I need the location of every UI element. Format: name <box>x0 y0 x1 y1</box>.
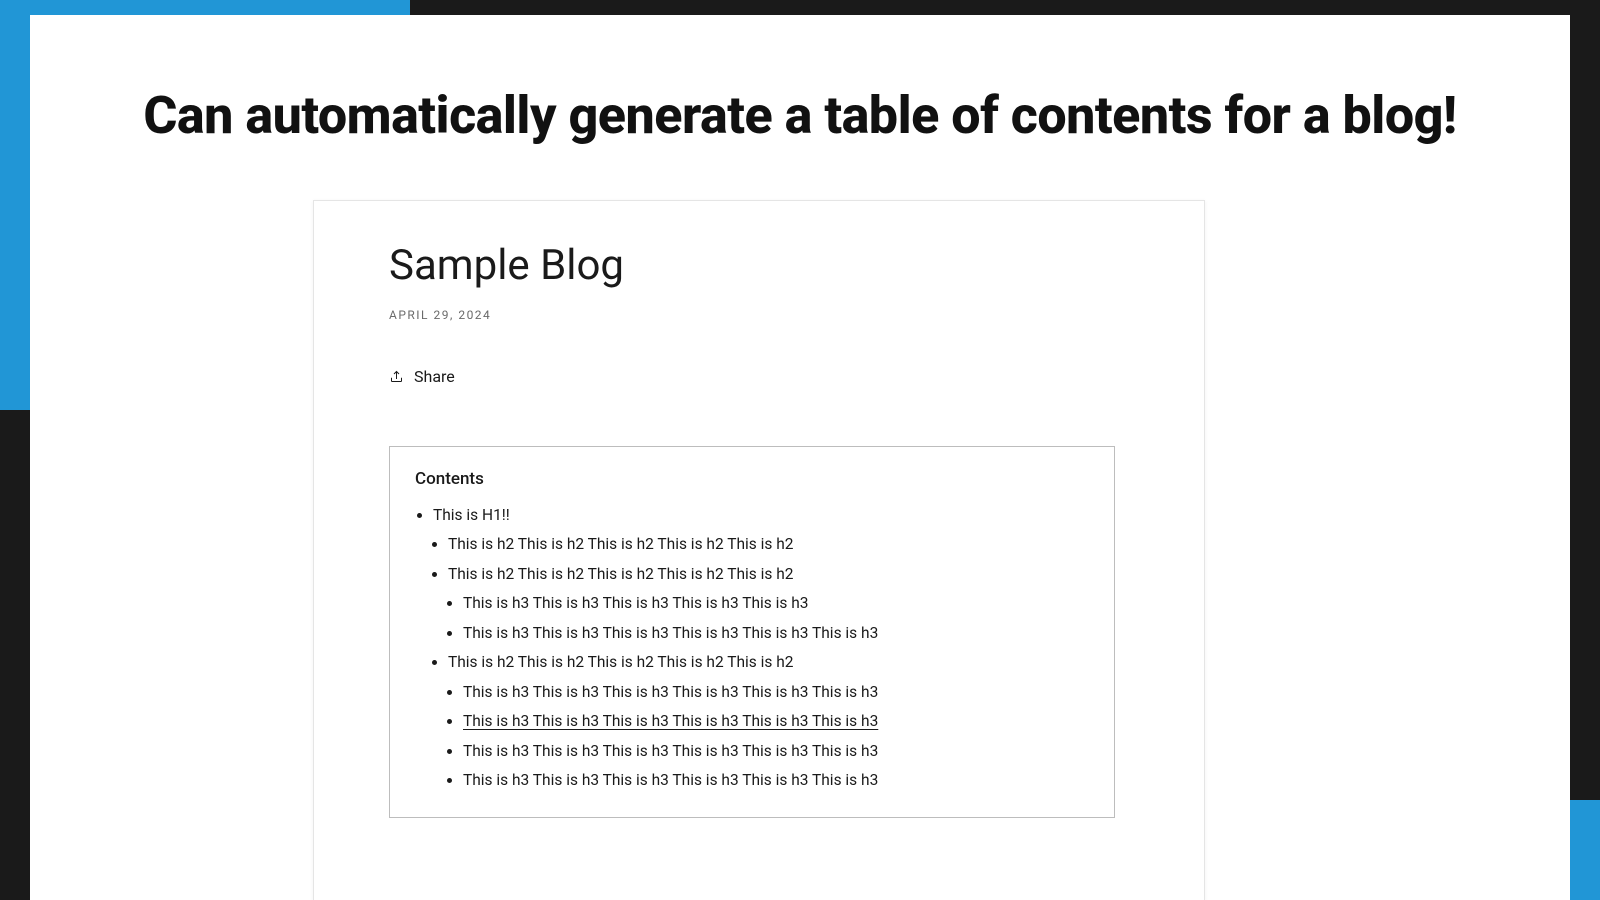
toc-item-label: This is h2 This is h2 This is h2 This is… <box>448 653 793 671</box>
toc-item[interactable]: This is h3 This is h3 This is h3 This is… <box>463 766 1089 795</box>
toc-item[interactable]: This is h3 This is h3 This is h3 This is… <box>463 678 1089 707</box>
toc-item[interactable]: This is h3 This is h3 This is h3 This is… <box>463 737 1089 766</box>
toc-list: This is H1!! This is h2 This is h2 This i… <box>415 501 1089 795</box>
toc-item[interactable]: This is h2 This is h2 This is h2 This is… <box>448 648 1089 795</box>
toc-item-label: This is h2 This is h2 This is h2 This is… <box>448 535 793 553</box>
toc-item[interactable]: This is h3 This is h3 This is h3 This is… <box>463 589 1089 618</box>
share-label: Share <box>414 367 455 386</box>
blog-date: APRIL 29, 2024 <box>389 308 1129 322</box>
toc-item[interactable]: This is h3 This is h3 This is h3 This is… <box>463 707 1089 736</box>
toc-item[interactable]: This is h3 This is h3 This is h3 This is… <box>463 619 1089 648</box>
toc-item[interactable]: This is h2 This is h2 This is h2 This is… <box>448 530 1089 559</box>
toc-item-label: This is h3 This is h3 This is h3 This is… <box>463 742 878 760</box>
toc-item[interactable]: This is H1!! This is h2 This is h2 This i… <box>433 501 1089 795</box>
toc-item-label: This is H1!! <box>433 506 510 524</box>
toc-sublist: This is h2 This is h2 This is h2 This is… <box>433 530 1089 795</box>
toc-item-label: This is h3 This is h3 This is h3 This is… <box>463 712 878 730</box>
share-button[interactable]: Share <box>389 367 455 386</box>
blog-title: Sample Blog <box>389 241 1129 290</box>
toc-item-label: This is h3 This is h3 This is h3 This is… <box>463 624 878 642</box>
page-headline: Can automatically generate a table of co… <box>30 85 1570 146</box>
toc-box: Contents This is H1!! This is h2 This is … <box>389 446 1115 818</box>
toc-title: Contents <box>415 469 1089 489</box>
toc-item-label: This is h3 This is h3 This is h3 This is… <box>463 594 808 612</box>
main-canvas: Can automatically generate a table of co… <box>30 15 1570 900</box>
toc-item[interactable]: This is h2 This is h2 This is h2 This is… <box>448 560 1089 648</box>
toc-sublist: This is h3 This is h3 This is h3 This is… <box>448 589 1089 648</box>
toc-item-label: This is h3 This is h3 This is h3 This is… <box>463 683 878 701</box>
share-icon <box>389 369 404 384</box>
toc-sublist: This is h3 This is h3 This is h3 This is… <box>448 678 1089 796</box>
toc-item-label: This is h3 This is h3 This is h3 This is… <box>463 771 878 789</box>
toc-item-label: This is h2 This is h2 This is h2 This is… <box>448 565 793 583</box>
blog-card: Sample Blog APRIL 29, 2024 Share Content… <box>313 200 1205 900</box>
